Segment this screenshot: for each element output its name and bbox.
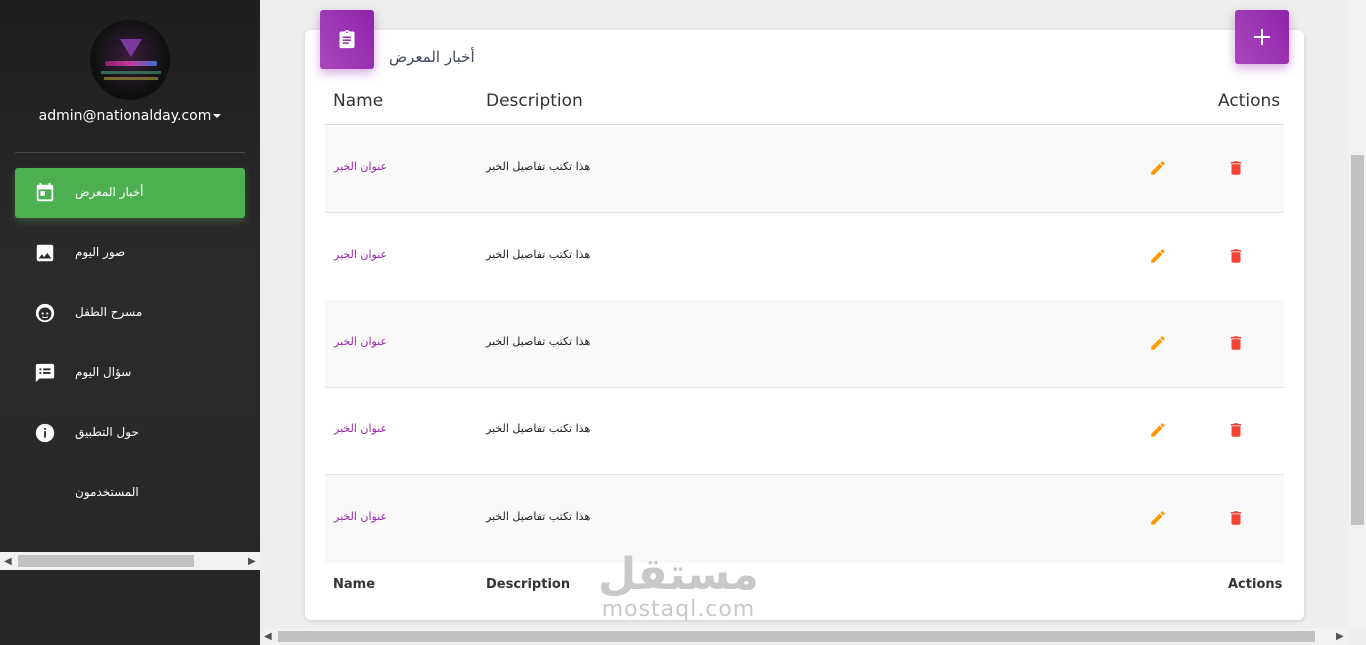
delete-icon[interactable] [1227, 509, 1245, 527]
sidebar-item-exhibition-news[interactable]: أخبار المعرض [15, 168, 245, 218]
scrollbar-thumb[interactable] [1351, 155, 1364, 525]
news-description: هذا تكتب تفاصيل الخبر [486, 335, 591, 348]
news-description: هذا تكتب تفاصيل الخبر [486, 422, 591, 435]
news-title-link[interactable]: عنوان الخبر [334, 510, 387, 523]
table-row: عنوان الخبر هذا تكتب تفاصيل الخبر [325, 125, 1284, 213]
sidebar-item-label: المستخدمون [75, 485, 139, 499]
scroll-left-icon[interactable]: ◀ [264, 631, 272, 642]
scroll-left-icon[interactable]: ◀ [4, 556, 12, 567]
scroll-right-icon[interactable]: ▶ [1336, 631, 1344, 642]
delete-icon[interactable] [1227, 421, 1245, 439]
delete-icon[interactable] [1227, 247, 1245, 265]
column-footer-description: Description [486, 577, 571, 592]
sidebar-item-day-photos[interactable]: صور اليوم [15, 228, 245, 278]
vertical-scrollbar[interactable] [1349, 0, 1366, 628]
news-description: هذا تكتب تفاصيل الخبر [486, 510, 591, 523]
scroll-right-icon[interactable]: ▶ [248, 556, 256, 567]
table-row: عنوان الخبر هذا تكتب تفاصيل الخبر [325, 475, 1284, 563]
edit-icon[interactable] [1149, 421, 1167, 439]
sidebar-item-day-question[interactable]: سؤال اليوم [15, 348, 245, 398]
column-footer-name: Name [333, 577, 376, 592]
caret-down-icon [213, 114, 222, 118]
table-row: عنوان الخبر هذا تكتب تفاصيل الخبر [325, 300, 1284, 388]
edit-icon[interactable] [1149, 509, 1167, 527]
column-header-actions: Actions [1218, 91, 1281, 111]
sidebar-item-label: سؤال اليوم [75, 365, 132, 379]
delete-icon[interactable] [1227, 334, 1245, 352]
sidebar-divider [15, 152, 245, 153]
delete-icon[interactable] [1227, 159, 1245, 177]
news-title-link[interactable]: عنوان الخبر [334, 160, 387, 173]
watermark: مستقل mostaql.com [598, 552, 759, 622]
child-face-icon [35, 303, 55, 323]
scrollbar-thumb[interactable] [278, 631, 1315, 642]
news-title-link[interactable]: عنوان الخبر [334, 248, 387, 261]
sidebar-item-label: حول التطبيق [75, 425, 139, 439]
main-horizontal-scrollbar[interactable]: ◀ ▶ [260, 628, 1349, 645]
watermark-arabic: مستقل [598, 549, 759, 600]
plus-icon [1254, 29, 1270, 45]
calendar-icon [36, 182, 54, 202]
user-menu[interactable]: admin@nationalday.com [0, 108, 260, 124]
sidebar: admin@nationalday.com أخبار المعرض صور ا… [0, 0, 260, 645]
column-header-description[interactable]: Description [486, 91, 583, 111]
edit-icon[interactable] [1149, 159, 1167, 177]
news-title-link[interactable]: عنوان الخبر [334, 335, 387, 348]
card-title: أخبار المعرض [389, 48, 475, 66]
sidebar-item-label: صور اليوم [75, 245, 126, 259]
sidebar-item-label: مسرح الطفل [75, 305, 143, 319]
news-description: هذا تكتب تفاصيل الخبر [486, 160, 591, 173]
sidebar-item-child-theater[interactable]: مسرح الطفل [15, 288, 245, 338]
news-description: هذا تكتب تفاصيل الخبر [486, 248, 591, 261]
edit-icon[interactable] [1149, 247, 1167, 265]
column-footer-actions: Actions [1228, 577, 1283, 592]
table-row: عنوان الخبر هذا تكتب تفاصيل الخبر [325, 213, 1284, 301]
sidebar-item-users[interactable]: المستخدمون [15, 468, 245, 518]
user-email: admin@nationalday.com [38, 108, 212, 124]
table-row: عنوان الخبر هذا تكتب تفاصيل الخبر [325, 387, 1284, 475]
column-header-name[interactable]: Name [333, 91, 383, 111]
sidebar-item-about-app[interactable]: حول التطبيق [15, 408, 245, 458]
add-news-button[interactable] [1235, 10, 1289, 64]
info-icon [35, 423, 55, 443]
card-header-icon [320, 10, 374, 69]
watermark-latin: mostaql.com [601, 597, 756, 622]
sidebar-horizontal-scrollbar[interactable]: ◀ ▶ [0, 552, 260, 570]
scrollbar-thumb[interactable] [18, 555, 194, 567]
chat-question-icon [35, 363, 55, 383]
clipboard-icon [339, 29, 355, 49]
news-title-link[interactable]: عنوان الخبر [334, 422, 387, 435]
edit-icon[interactable] [1149, 334, 1167, 352]
sidebar-item-label: أخبار المعرض [75, 185, 144, 199]
image-icon [36, 244, 54, 262]
avatar[interactable] [90, 20, 170, 100]
